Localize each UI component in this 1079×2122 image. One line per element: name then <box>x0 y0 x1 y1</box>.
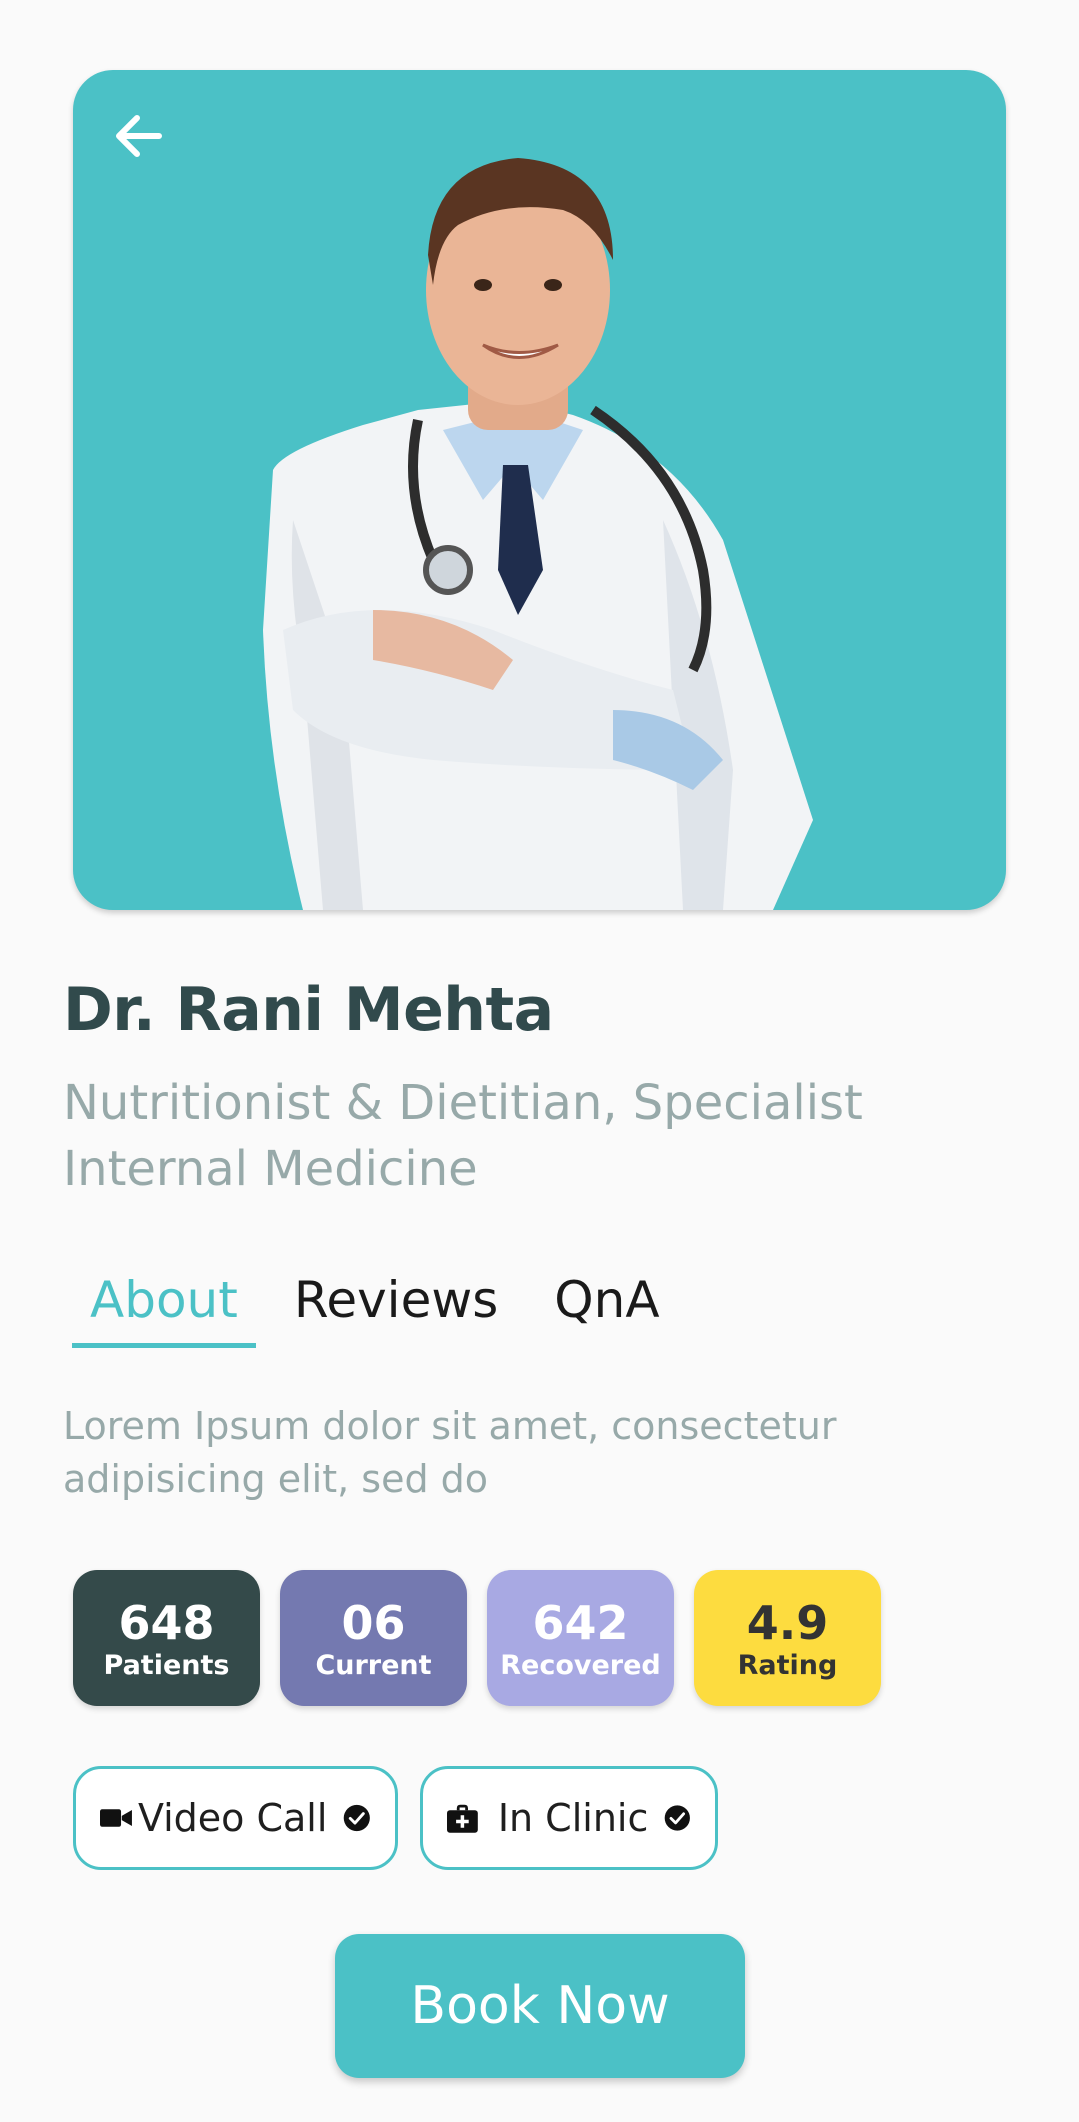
stat-rating: 4.9 Rating <box>694 1570 881 1706</box>
profile-tabs: About Reviews QnA <box>72 1258 698 1348</box>
consultation-modes: Video Call In Clinic <box>73 1766 740 1870</box>
check-circle-icon <box>665 1805 691 1831</box>
stat-value: 4.9 <box>746 1596 829 1650</box>
stat-label: Recovered <box>500 1650 661 1681</box>
mode-label: In Clinic <box>497 1796 649 1840</box>
stat-current: 06 Current <box>280 1570 467 1706</box>
stat-value: 642 <box>532 1596 629 1650</box>
doctor-specialty: Nutritionist & Dietitian, Specialist Int… <box>63 1075 863 1197</box>
stats-row: 648 Patients 06 Current 642 Recovered 4.… <box>73 1570 901 1706</box>
medical-bag-icon <box>447 1804 478 1833</box>
doctor-photo <box>263 158 813 910</box>
back-button[interactable] <box>101 98 177 174</box>
video-camera-icon <box>100 1809 132 1827</box>
stat-patients: 648 Patients <box>73 1570 260 1706</box>
doctor-hero-card <box>73 70 1006 910</box>
tab-about[interactable]: About <box>72 1258 256 1348</box>
book-now-button[interactable]: Book Now <box>335 1934 745 2078</box>
stat-label: Patients <box>103 1650 230 1681</box>
about-text: Lorem Ipsum dolor sit amet, consectetur … <box>63 1404 837 1501</box>
mode-label: Video Call <box>137 1796 328 1840</box>
check-circle-icon <box>344 1804 371 1832</box>
stat-value: 648 <box>118 1596 215 1650</box>
mode-video-call[interactable]: Video Call <box>73 1766 398 1870</box>
stat-recovered: 642 Recovered <box>487 1570 674 1706</box>
tab-reviews[interactable]: Reviews <box>276 1258 516 1348</box>
tab-qna[interactable]: QnA <box>536 1258 677 1348</box>
doctor-name: Dr. Rani Mehta <box>63 975 554 1045</box>
stat-value: 06 <box>341 1596 406 1650</box>
stat-label: Rating <box>737 1650 838 1681</box>
doctor-profile-page: Dr. Rani Mehta Nutritionist & Dietitian,… <box>0 0 1079 2122</box>
arrow-left-icon <box>116 115 162 157</box>
stat-label: Current <box>315 1650 432 1681</box>
mode-in-clinic[interactable]: In Clinic <box>420 1766 718 1870</box>
